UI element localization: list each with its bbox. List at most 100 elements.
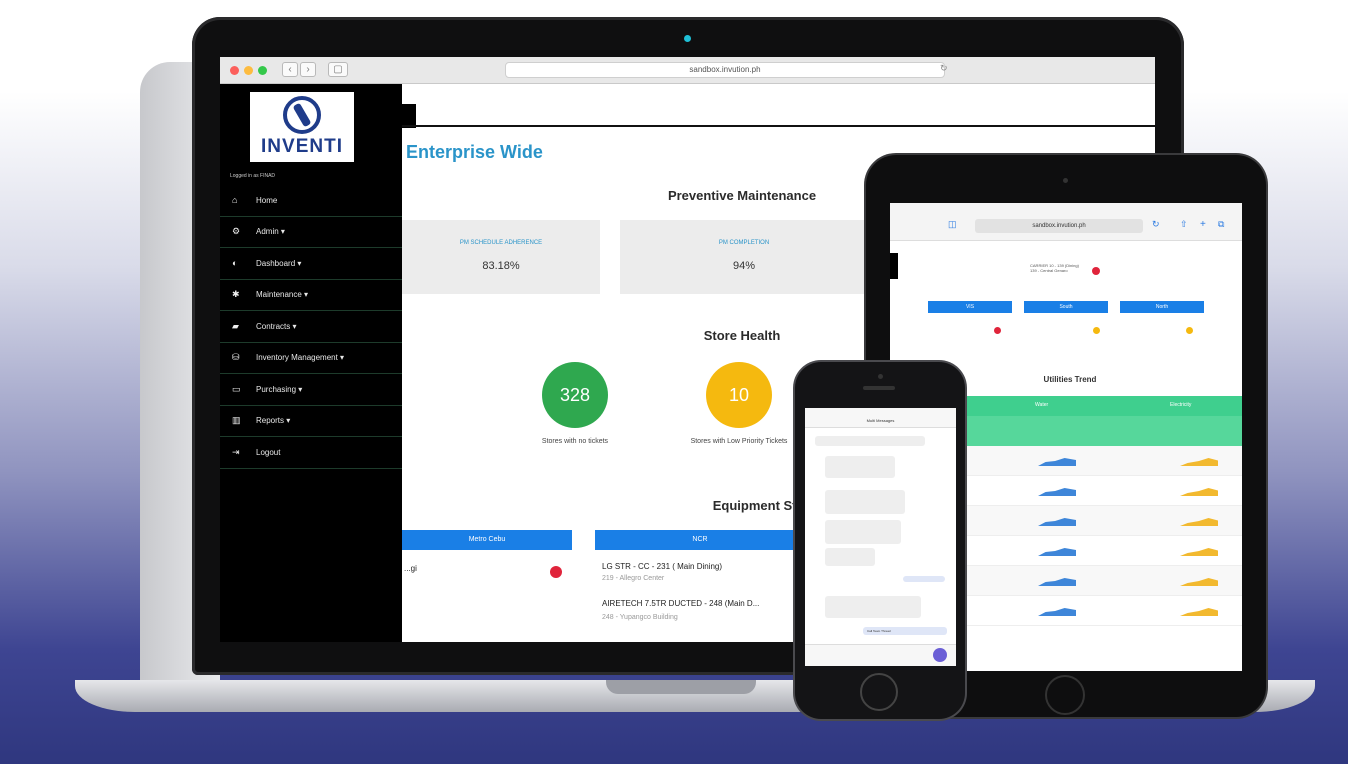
electricity-sparkline xyxy=(1180,518,1218,526)
send-icon[interactable] xyxy=(933,648,947,662)
forward-button[interactable]: › xyxy=(300,62,316,77)
status-red-dot xyxy=(994,327,1001,334)
back-button[interactable]: ‹ xyxy=(282,62,298,77)
stores-low-priority-circle[interactable]: 10 xyxy=(706,362,772,428)
electricity-group-label: Electricity xyxy=(1170,402,1192,408)
sidebar-item-label: Admin ▾ xyxy=(256,227,285,237)
sidebar-menu: ⌂ Home ⚙ Admin ▾ ◐ Dashboard ▾ ✱ Maintenance ▾ ▰… xyxy=(220,185,402,469)
tablet-camera xyxy=(1063,178,1068,183)
status-yellow-dot xyxy=(1186,327,1193,334)
gears-icon: ⚙ xyxy=(232,226,241,237)
url-bar[interactable]: sandbox.invution.ph xyxy=(505,62,945,78)
sidebar-item-5[interactable]: ⛁ Inventory Management ▾ xyxy=(220,343,402,374)
sidebar: INVENTI Logged in as FINAD ⌂ Home ⚙ Admin ▾… xyxy=(220,84,402,642)
page-title: Enterprise Wide xyxy=(406,142,543,162)
tablet-sidebar-tab[interactable] xyxy=(890,253,898,279)
phone-home-button[interactable] xyxy=(860,673,898,711)
stores-no-tickets-caption: Stores with no tickets xyxy=(541,438,609,445)
kpi-card-schedule: PM SCHEDULE ADHERENCE 83.18% xyxy=(402,220,600,294)
phone-header: Multi Messages xyxy=(805,408,956,428)
water-sparkline xyxy=(1038,518,1076,526)
message-bubble xyxy=(825,490,905,514)
chart-icon: ▥ xyxy=(232,415,241,426)
region-south-header[interactable]: South xyxy=(1024,301,1108,313)
metro-cebu-header[interactable]: Metro Cebu xyxy=(402,530,572,550)
ncr-item-2[interactable]: AIRETECH 7.5TR DUCTED - 248 (Main D... xyxy=(602,599,812,608)
sidebar-item-2[interactable]: ◐ Dashboard ▾ xyxy=(220,248,402,280)
status-yellow-dot xyxy=(1093,327,1100,334)
laptop-camera xyxy=(684,35,691,42)
phone-camera xyxy=(878,374,883,379)
book-icon: ▰ xyxy=(232,320,239,331)
phone-screen: Multi Messages Call Team Thread xyxy=(805,408,956,666)
region-north-header[interactable]: North xyxy=(1120,301,1204,313)
water-sparkline xyxy=(1038,458,1076,466)
table-row[interactable] xyxy=(950,506,1242,536)
stores-no-tickets-circle[interactable]: 328 xyxy=(542,362,608,428)
utilities-table-body xyxy=(950,446,1242,626)
table-row[interactable] xyxy=(950,566,1242,596)
electricity-sparkline xyxy=(1180,548,1218,556)
sidebar-item-7[interactable]: ▥ Reports ▾ xyxy=(220,406,402,437)
card-icon: ▭ xyxy=(232,383,241,394)
electricity-sparkline xyxy=(1180,488,1218,496)
message-bubble xyxy=(825,548,875,566)
close-window-button[interactable] xyxy=(230,66,239,75)
tablet-url-bar[interactable]: sandbox.invution.ph xyxy=(975,219,1143,233)
table-row[interactable] xyxy=(950,476,1242,506)
sidebar-item-4[interactable]: ▰ Contracts ▾ xyxy=(220,311,402,343)
wrench-icon: ✱ xyxy=(232,289,240,300)
sidebar-item-1[interactable]: ⚙ Admin ▾ xyxy=(220,217,402,248)
store-health-title: Store Health xyxy=(703,328,781,343)
pm-section-title: Preventive Maintenance xyxy=(667,188,817,203)
sidebar-item-label: Logout xyxy=(256,447,281,457)
tablet-share-icon[interactable]: ⇧ xyxy=(1180,219,1188,230)
brand-logo[interactable]: INVENTI xyxy=(250,92,354,162)
table-row[interactable] xyxy=(950,446,1242,476)
message-bubble xyxy=(815,436,925,446)
kpi-card-completion: PM COMPLETION 94% xyxy=(620,220,868,294)
message-bubble xyxy=(825,456,895,478)
utilities-group-header: Water Electricity xyxy=(950,396,1242,416)
ncr-header[interactable]: NCR xyxy=(595,530,805,550)
tablet-book-icon[interactable]: ◫ xyxy=(948,219,957,230)
table-row[interactable] xyxy=(950,536,1242,566)
ncr-item-1[interactable]: LG STR - CC - 231 ( Main Dining) xyxy=(602,562,812,571)
water-sparkline xyxy=(1038,578,1076,586)
tablet-equipment-item[interactable]: CARRIER 10 - 139 (Dining) 139 - Central … xyxy=(1030,263,1080,287)
laptop-notch xyxy=(606,680,756,694)
tablet-tabs-icon[interactable]: ⧉ xyxy=(1218,219,1224,230)
sidebar-item-8[interactable]: ⇥ Logout xyxy=(220,437,402,469)
reload-icon[interactable]: ↻ xyxy=(940,63,948,74)
tablet-newtab-icon[interactable]: + xyxy=(1200,219,1206,230)
sidebar-item-3[interactable]: ✱ Maintenance ▾ xyxy=(220,280,402,311)
electricity-sparkline xyxy=(1180,608,1218,616)
minimize-window-button[interactable] xyxy=(244,66,253,75)
sidebar-item-label: Home xyxy=(256,195,278,205)
water-sparkline xyxy=(1038,488,1076,496)
header-divider xyxy=(402,125,1155,127)
water-group-label: Water xyxy=(1035,402,1049,408)
sidebar-item-label: Purchasing ▾ xyxy=(256,384,303,394)
sidebar-toggle-button[interactable]: ▢ xyxy=(328,62,348,77)
browser-toolbar: ‹ › ▢ ◌ sandbox.invution.ph ↻ xyxy=(220,57,1155,84)
sidebar-item-label: Contracts ▾ xyxy=(256,321,297,331)
sidebar-item-0[interactable]: ⌂ Home xyxy=(220,185,402,217)
logo-text: INVENTI xyxy=(261,136,343,157)
zoom-window-button[interactable] xyxy=(258,66,267,75)
utilities-trend-title: Utilities Trend xyxy=(1043,375,1097,384)
logo-mark-icon xyxy=(283,96,321,134)
metro-cebu-item[interactable]: ...gi xyxy=(404,564,417,573)
sidebar-item-label: Inventory Management ▾ xyxy=(256,353,345,363)
message-bubble-own xyxy=(903,576,945,582)
sidebar-item-6[interactable]: ▭ Purchasing ▾ xyxy=(220,374,402,406)
region-vis-header[interactable]: VIS xyxy=(928,301,1012,313)
tablet-reload-icon[interactable]: ↻ xyxy=(1152,219,1160,230)
send-label[interactable]: Call Team Thread xyxy=(863,627,947,635)
tablet-home-button[interactable] xyxy=(1045,675,1085,715)
table-row[interactable] xyxy=(950,596,1242,626)
status-red-dot xyxy=(1092,267,1100,275)
inventory-icon: ⛁ xyxy=(232,352,240,363)
home-icon: ⌂ xyxy=(232,195,238,206)
water-sparkline xyxy=(1038,608,1076,616)
